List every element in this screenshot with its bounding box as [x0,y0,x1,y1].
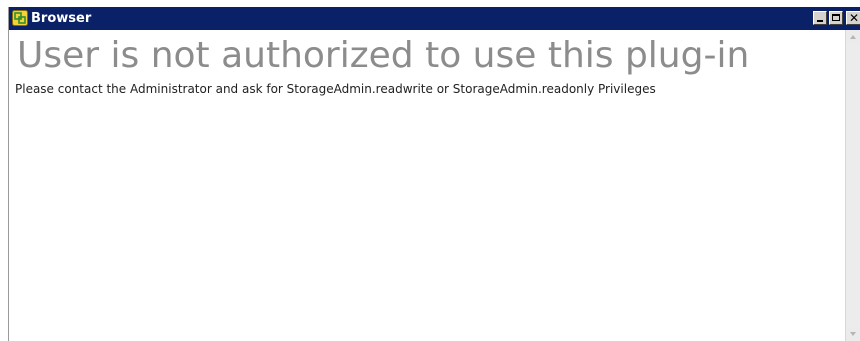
window-title: Browser [31,11,92,26]
minimize-button[interactable] [813,11,827,25]
maximize-button[interactable] [829,11,843,25]
error-message: Please contact the Administrator and ask… [15,82,656,96]
close-button[interactable]: ✕ [846,11,860,25]
app-icon [12,10,28,26]
scroll-track[interactable] [846,44,860,327]
minimize-icon [817,20,823,22]
error-heading: User is not authorized to use this plug-… [17,35,750,76]
vertical-scrollbar[interactable] [845,30,860,341]
scroll-down-button[interactable] [846,327,860,341]
title-bar[interactable]: Browser ✕ [9,7,860,30]
scroll-down-arrow-icon [850,332,856,336]
browser-window: Browser ✕ User is not authorized to use … [8,7,860,341]
maximize-icon [832,14,840,21]
close-icon: ✕ [849,11,860,25]
scroll-up-button[interactable] [846,30,860,44]
page-content: User is not authorized to use this plug-… [9,30,845,341]
scroll-up-arrow-icon [850,35,856,39]
